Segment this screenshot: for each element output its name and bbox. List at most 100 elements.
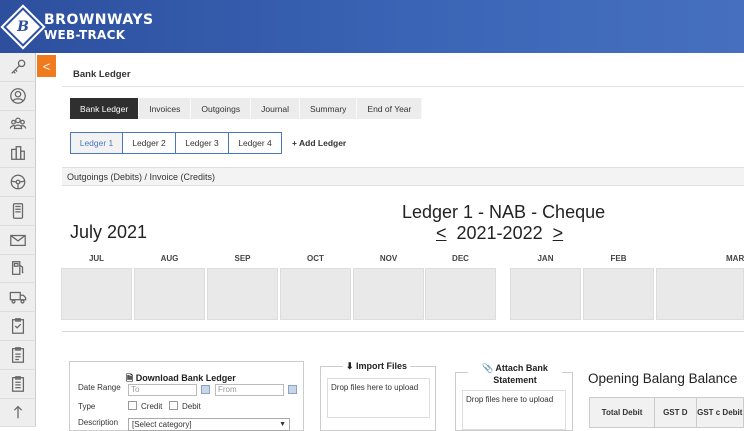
section-subheader-text: Outgoings (Debits) / Invoice (Credits) [67,172,216,182]
ledger-tab-4[interactable]: Ledger 4 [229,132,282,154]
tab-end-of-year[interactable]: End of Year [357,98,423,119]
month-mar[interactable]: MAR [656,254,744,320]
month-box[interactable] [510,268,581,320]
debit-checkbox[interactable] [169,401,178,410]
user-icon [10,87,26,104]
users-icon [9,118,27,130]
sidebar-item-key[interactable] [0,53,36,82]
month-jan[interactable]: JAN [510,254,581,320]
calendar-icon[interactable] [201,385,210,394]
attach-statement-title: 📎 Attach Bank Statement [468,362,562,386]
month-jul[interactable]: JUL [61,254,132,320]
sidebar-item-truck[interactable] [0,283,36,313]
month-feb[interactable]: FEB [583,254,654,320]
month-oct[interactable]: OCT [280,254,351,320]
month-box[interactable] [61,268,132,320]
sidebar-item-phone[interactable] [0,197,36,226]
month-box[interactable] [134,268,205,320]
arrow-up-icon [13,406,23,419]
download-ledger-panel: 🗎 Download Bank Ledger Date Range To Fro… [69,361,304,431]
import-files-panel: ⬇ Import Files Drop files here to upload [320,361,436,431]
steering-wheel-icon [10,174,26,190]
fuel-pump-icon [11,261,24,276]
clipboard-list-icon [11,375,25,392]
month-label: AUG [160,254,179,263]
sidebar-item-user[interactable] [0,82,36,111]
month-box[interactable] [583,268,654,320]
sidebar-item-clipboard-check[interactable] [0,312,36,341]
month-label: MAR [726,254,744,263]
section-subheader: Outgoings (Debits) / Invoice (Credits) [62,167,744,186]
month-box[interactable] [656,268,744,320]
clipboard-check-icon [11,318,25,334]
ledger-tab-2[interactable]: Ledger 2 [123,132,176,154]
sidebar-item-clipboard[interactable] [0,341,36,370]
prev-year-button[interactable]: < [436,223,447,244]
brand-name: BROWNWAYS [44,12,154,28]
category-select[interactable]: [Select category] ▼ [128,418,290,431]
debit-label: Debit [182,402,201,411]
date-to-input[interactable]: To [128,384,197,396]
ledger-title: Ledger 1 - NAB - Cheque [402,202,606,222]
main-tabs: Bank Ledger Invoices Outgoings Journal S… [70,98,423,119]
import-files-title: ⬇ Import Files [343,361,411,372]
tab-bank-ledger[interactable]: Bank Ledger [70,98,140,119]
tab-summary[interactable]: Summary [300,98,358,119]
date-from-input[interactable]: From [215,384,284,396]
month-box[interactable] [353,268,424,320]
attach-statement-dropzone[interactable]: Drop files here to upload [462,390,566,430]
month-label: NOV [379,254,398,263]
opening-balance-title: Opening Balang Balance [588,371,738,386]
month-label: DEC [452,254,469,263]
current-month-title: July 2021 [70,222,148,242]
truck-icon [9,292,27,304]
sidebar [0,53,36,428]
month-box[interactable] [425,268,496,320]
month-nov[interactable]: NOV [353,254,424,320]
month-label: OCT [307,254,324,263]
header-bar: B BROWNWAYS WEB-TRACK [0,0,744,53]
clipboard-icon [11,347,25,363]
month-dec[interactable]: DEC [425,254,496,320]
sidebar-item-users[interactable] [0,111,36,140]
key-icon [11,59,26,74]
calendar-icon[interactable] [288,385,297,394]
month-box[interactable] [207,268,278,320]
attach-statement-panel: 📎 Attach Bank Statement Drop files here … [455,362,573,431]
chevron-down-icon: ▼ [279,421,286,428]
sidebar-item-mail[interactable] [0,226,36,255]
buildings-icon [11,146,25,161]
month-sep[interactable]: SEP [207,254,278,320]
tab-journal[interactable]: Journal [251,98,301,119]
description-label: Description [78,418,119,427]
month-aug[interactable]: AUG [134,254,205,320]
date-range-label: Date Range [78,383,121,392]
page-title: Bank Ledger [73,69,131,80]
credit-checkbox[interactable] [128,401,137,410]
collapse-sidebar-button[interactable]: < [37,55,56,77]
year-navigator: < 2021-2022 > [436,223,563,244]
ledger-tab-3[interactable]: Ledger 3 [176,132,229,154]
attach-statement-title-line1: Attach Bank [495,363,548,373]
ledger-tab-1[interactable]: Ledger 1 [70,132,123,154]
logo-letter: B [17,19,29,35]
sidebar-item-steering[interactable] [0,168,36,197]
import-files-dropzone[interactable]: Drop files here to upload [327,378,430,418]
tab-outgoings[interactable]: Outgoings [191,98,252,119]
sidebar-item-clipboard-list[interactable] [0,370,36,399]
sidebar-item-up[interactable] [0,399,36,428]
add-ledger-button[interactable]: + Add Ledger [292,138,346,148]
credit-label: Credit [141,402,163,411]
phone-icon [12,203,24,219]
document-icon: 🗎 [126,373,136,383]
sidebar-item-fuel[interactable] [0,255,36,284]
brand-subtitle: WEB-TRACK [44,28,126,42]
section-divider [62,331,744,332]
month-box[interactable] [280,268,351,320]
sidebar-item-buildings[interactable] [0,139,36,169]
tab-invoices[interactable]: Invoices [139,98,192,119]
next-year-button[interactable]: > [553,223,564,244]
month-label: FEB [610,254,627,263]
type-label: Type [78,402,96,411]
column-header: Total Debit [588,397,656,428]
